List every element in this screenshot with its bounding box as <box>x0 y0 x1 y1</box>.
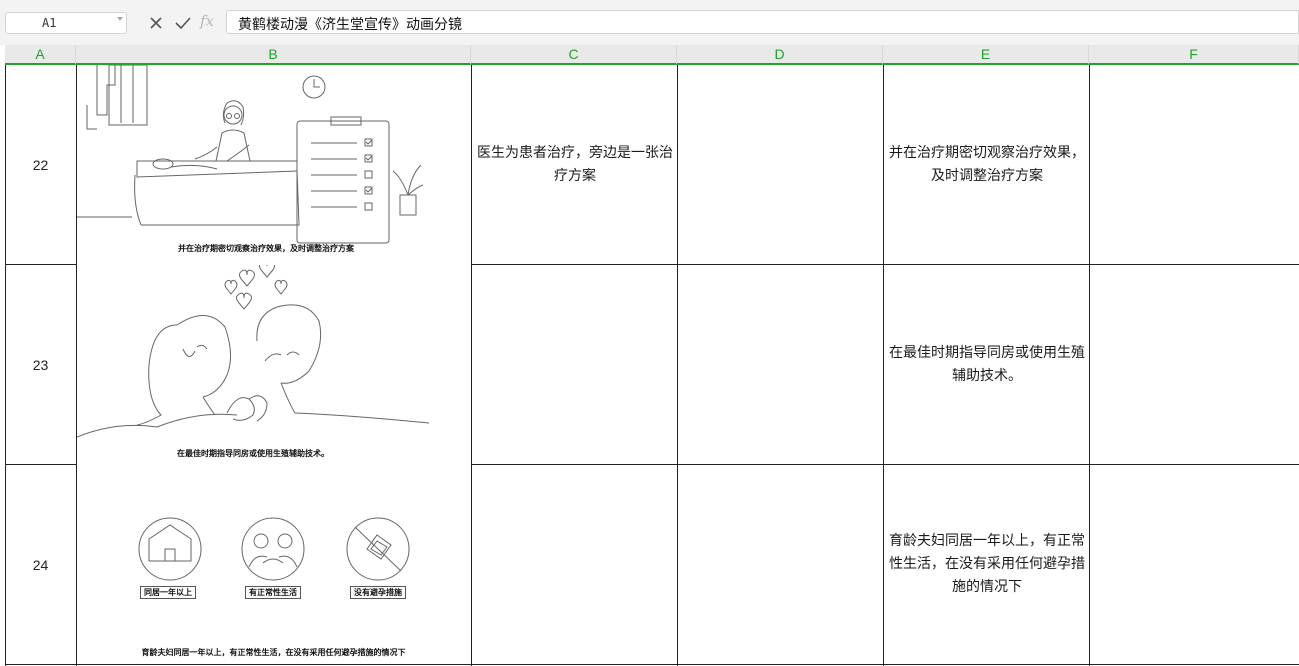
cell-c24[interactable] <box>476 465 674 664</box>
grid-line <box>5 664 1299 665</box>
storyboard-caption: 育龄夫妇同居一年以上，有正常性生活，在没有采用任何避孕措施的情况下 <box>141 648 406 657</box>
couple-illustration <box>77 265 429 438</box>
cell-e23[interactable]: 在最佳时期指导同房或使用生殖辅助技术。 <box>888 265 1086 464</box>
grid-line <box>5 65 6 666</box>
grid-line <box>5 264 76 265</box>
row-header-24[interactable]: 24 <box>5 465 76 665</box>
cell-f22[interactable] <box>1094 65 1292 264</box>
cell-e24[interactable]: 育龄夫妇同居一年以上，有正常性生活，在没有采用任何避孕措施的情况下 <box>888 465 1086 664</box>
cell-e22[interactable]: 并在治疗期密切观察治疗效果，及时调整治疗方案 <box>888 65 1086 264</box>
grid-line <box>1089 65 1090 666</box>
cell-f24[interactable] <box>1094 465 1292 664</box>
icon-label: 同居一年以上 <box>140 586 196 599</box>
column-header-f[interactable]: F <box>1089 45 1299 65</box>
icons-illustration <box>138 517 410 581</box>
formula-bar: A1 fx 黄鹤楼动漫《济生堂宣传》动画分镜 <box>0 0 1299 45</box>
cell-f23[interactable] <box>1094 265 1292 464</box>
row-header-22[interactable]: 22 <box>5 65 76 265</box>
fx-icon[interactable]: fx <box>200 12 214 30</box>
chevron-down-icon[interactable] <box>117 17 123 21</box>
storyboard-image-icons[interactable]: 同居一年以上 有正常性生活 没有避孕措施 育龄夫妇同居一年以上，有正常性生活，在… <box>77 465 470 664</box>
cell-c22[interactable]: 医生为患者治疗，旁边是一张治疗方案 <box>476 65 674 264</box>
row-header-23[interactable]: 23 <box>5 265 76 465</box>
couple-icon <box>241 517 305 581</box>
check-icon[interactable] <box>173 12 193 34</box>
storyboard-caption: 在最佳时期指导同房或使用生殖辅助技术。 <box>177 449 329 458</box>
name-box[interactable]: A1 <box>5 12 127 34</box>
storyboard-image-couple[interactable]: 在最佳时期指导同房或使用生殖辅助技术。 <box>77 265 429 464</box>
grid-line <box>5 464 76 465</box>
grid-line <box>471 65 472 666</box>
storyboard-caption: 并在治疗期密切观察治疗效果，及时调整治疗方案 <box>178 244 354 253</box>
name-box-value: A1 <box>42 16 57 30</box>
column-header-b[interactable]: B <box>76 45 471 65</box>
cell-c23[interactable] <box>476 265 674 464</box>
cell-d22[interactable] <box>682 65 880 264</box>
icon-label: 没有避孕措施 <box>350 586 406 599</box>
formula-input[interactable]: 黄鹤楼动漫《济生堂宣传》动画分镜 <box>226 10 1299 34</box>
grid-line <box>883 65 884 666</box>
grid-line <box>677 65 678 666</box>
cell-d24[interactable] <box>682 465 880 664</box>
close-icon[interactable] <box>146 12 166 34</box>
storyboard-image-doctor[interactable]: 并在治疗期密切观察治疗效果，及时调整治疗方案 <box>77 65 429 264</box>
cell-d23[interactable] <box>682 265 880 464</box>
column-header-d[interactable]: D <box>677 45 883 65</box>
icon-label: 有正常性生活 <box>245 586 301 599</box>
doctor-illustration <box>77 65 424 244</box>
column-header-a[interactable]: A <box>5 45 76 65</box>
column-header-e[interactable]: E <box>883 45 1089 65</box>
column-header-c[interactable]: C <box>471 45 677 65</box>
